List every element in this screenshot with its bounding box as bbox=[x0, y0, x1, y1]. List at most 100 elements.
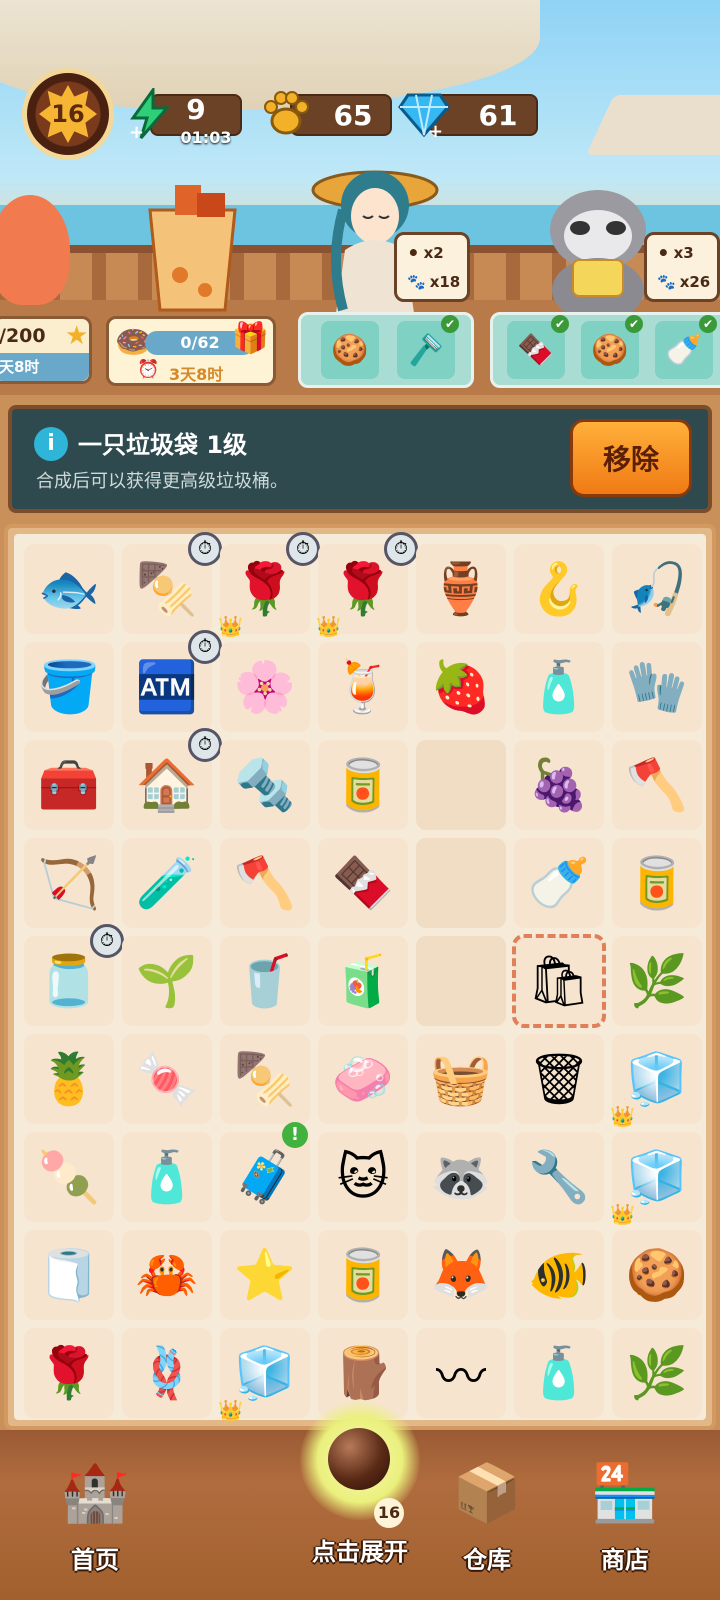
empty-cell[interactable] bbox=[416, 838, 506, 928]
string-icon: 〰 bbox=[436, 1348, 486, 1406]
screw-icon: 🔩 bbox=[233, 755, 297, 814]
board-cell[interactable]: 🧺 bbox=[416, 1034, 506, 1124]
board-cell[interactable]: 🍓 bbox=[416, 642, 506, 732]
board-cell[interactable]: 〰 bbox=[416, 1328, 506, 1418]
energy-timer: 01:03 bbox=[180, 128, 232, 147]
board-cell[interactable]: 🍡 bbox=[24, 1132, 114, 1222]
board-cell[interactable]: 🧴 bbox=[122, 1132, 212, 1222]
board-cell[interactable]: 🧊 👑 bbox=[610, 1034, 702, 1128]
event-card-middle[interactable]: 🍩 0/62 🎁 ⏰ 3天8时 bbox=[106, 316, 276, 386]
empty-cell[interactable] bbox=[416, 936, 506, 1026]
event-card-left[interactable]: /200 ★ 天8时 bbox=[0, 316, 92, 384]
board-cell[interactable]: 🦊 bbox=[416, 1230, 506, 1320]
board-cell[interactable]: 🧼 bbox=[318, 1034, 408, 1124]
board-cell[interactable]: 🥫 bbox=[318, 740, 408, 830]
top-scene: 16 9 + 01:03 65 61 + ⚫ x2 🐾 x18 ⚫ x3 🐾 x26 /… bbox=[0, 0, 720, 395]
board-cell[interactable]: 🏺 bbox=[416, 544, 506, 634]
board-cell[interactable]: 🧃 bbox=[318, 936, 408, 1026]
board-cell[interactable]: 🍬 bbox=[122, 1034, 212, 1124]
candy-icon: 🍬 bbox=[135, 1049, 199, 1108]
board-cell[interactable]: 🥫 bbox=[318, 1230, 408, 1320]
jar-icon: 🫙 bbox=[37, 951, 101, 1010]
request-count: x18 bbox=[429, 273, 461, 291]
nav-storage[interactable]: 📦 仓库 bbox=[412, 1448, 562, 1588]
board-cell[interactable]: 🧪 bbox=[122, 838, 212, 928]
board-cell[interactable]: 🍫 bbox=[318, 838, 408, 928]
board-cell[interactable]: 🧰 bbox=[24, 740, 114, 830]
board-cell[interactable]: 🌱 bbox=[122, 936, 212, 1026]
board-cell[interactable]: 🐱 bbox=[318, 1132, 408, 1222]
board-cell[interactable]: 🌸 bbox=[220, 642, 310, 732]
remove-button[interactable]: 移除 bbox=[570, 419, 692, 497]
board-cell[interactable]: ⭐ bbox=[220, 1230, 310, 1320]
board-cell[interactable]: 🪣 bbox=[24, 642, 114, 732]
board-cell[interactable]: 🧊 👑 bbox=[218, 1328, 310, 1422]
empty-cell[interactable] bbox=[416, 740, 506, 830]
raccoon-keychain-icon: 🦝 bbox=[429, 1147, 493, 1206]
axe-icon: 🪓 bbox=[233, 853, 297, 912]
diamond-icon[interactable]: + bbox=[396, 86, 452, 142]
board-cell[interactable]: 🌹 ⏱ 👑 bbox=[316, 532, 418, 638]
board-cell[interactable]: 🎣 bbox=[612, 544, 702, 634]
player-level-badge[interactable]: 16 bbox=[22, 68, 114, 160]
stopwatch-icon: ⏱ bbox=[286, 532, 320, 566]
expand-button[interactable] bbox=[300, 1400, 420, 1520]
board-cell[interactable]: 🍇 bbox=[514, 740, 604, 830]
board-cell[interactable]: 🪝 bbox=[514, 544, 604, 634]
board-cell[interactable]: 🧻 bbox=[24, 1230, 114, 1320]
board-cell[interactable]: 🔧 bbox=[514, 1132, 604, 1222]
cat-keychain-icon: 🐱 bbox=[336, 1148, 390, 1206]
board-cell[interactable]: 🏧 ⏱ bbox=[122, 630, 222, 732]
cooler-box-icon: 🧊 bbox=[625, 1049, 689, 1108]
board-cell[interactable]: 🪓 bbox=[220, 838, 310, 928]
board-cell[interactable]: 🧴 bbox=[514, 642, 604, 732]
board-cell[interactable]: 🍼 bbox=[514, 838, 604, 928]
board-cell[interactable]: 🧳! bbox=[220, 1122, 310, 1222]
board-cell[interactable]: 🌹 bbox=[24, 1328, 114, 1418]
request-bubble-raccoon[interactable]: ⚫ x3 🐾 x26 bbox=[644, 232, 720, 302]
shop-icon: 🏪 bbox=[590, 1461, 660, 1526]
stopwatch-icon: ⏱ bbox=[188, 532, 222, 566]
paw-value: 65 bbox=[333, 98, 373, 132]
board-cell[interactable]: 🌹 ⏱ 👑 bbox=[218, 532, 320, 638]
paw-cookies-icon: 🍪 bbox=[625, 1245, 689, 1304]
board-cell[interactable]: 🏠 ⏱ bbox=[122, 728, 222, 830]
board-cell[interactable]: 🐟 bbox=[24, 544, 114, 634]
board-cell[interactable]: 🌿 bbox=[612, 936, 702, 1026]
board-cell[interactable]: 🍢 bbox=[220, 1034, 310, 1124]
bubble-tea-icon bbox=[148, 185, 237, 312]
board-cell[interactable]: 🏹 bbox=[24, 838, 114, 928]
nav-home[interactable]: 🏰 首页 bbox=[20, 1448, 170, 1588]
board-cell[interactable]: 🍍 bbox=[24, 1034, 114, 1124]
board-cell[interactable]: 🍹 bbox=[318, 642, 408, 732]
razor-icon: 🪒 bbox=[397, 315, 459, 379]
board-cell[interactable]: 🌿 bbox=[612, 1328, 702, 1418]
request-bubble-girl[interactable]: ⚫ x2 🐾 x18 bbox=[394, 232, 470, 302]
board-cell[interactable]: 🍪 bbox=[612, 1230, 702, 1320]
board-cell[interactable]: 🔩 bbox=[220, 740, 310, 830]
board-cell[interactable]: 🫙 ⏱ bbox=[24, 924, 124, 1026]
order-card-girl[interactable]: 🍪 🪒 bbox=[298, 312, 474, 388]
board-cell[interactable]: 🧴 bbox=[514, 1328, 604, 1418]
vending-machine-icon: 🏧 bbox=[135, 657, 199, 716]
board-cell[interactable]: 🥤 bbox=[220, 936, 310, 1026]
item-description: 合成后可以获得更高级垃圾桶。 bbox=[36, 471, 288, 492]
gem-value: 61 bbox=[478, 98, 518, 132]
board-cell[interactable]: 🦀 bbox=[122, 1230, 212, 1320]
board-cell[interactable]: 🦝 bbox=[416, 1132, 506, 1222]
board-cell[interactable]: 🧤 bbox=[612, 642, 702, 732]
board-cell[interactable]: 🐠 bbox=[514, 1230, 604, 1320]
board-cell[interactable]: 🧊 👑 bbox=[610, 1132, 702, 1226]
board-cell[interactable]: 🥫 bbox=[612, 838, 702, 928]
chest-icon: 🧳 bbox=[233, 1147, 297, 1206]
stopwatch-icon: ⏱ bbox=[188, 630, 222, 664]
ball-icon: ⚫ bbox=[657, 244, 670, 262]
board-cell[interactable]: 🗑 bbox=[514, 1034, 604, 1124]
hanger-icon: 🪝 bbox=[527, 559, 591, 618]
board-cell[interactable]: 🍢 ⏱ bbox=[122, 532, 222, 634]
nav-shop[interactable]: 🏪 商店 bbox=[550, 1448, 700, 1588]
board-cell[interactable]: 🛍 bbox=[512, 934, 606, 1028]
board-cell[interactable]: 🪢 bbox=[122, 1328, 212, 1418]
board-cell[interactable]: 🪓 bbox=[612, 740, 702, 830]
order-card-raccoon[interactable]: 🍫 🍪 🍼 bbox=[490, 312, 720, 388]
